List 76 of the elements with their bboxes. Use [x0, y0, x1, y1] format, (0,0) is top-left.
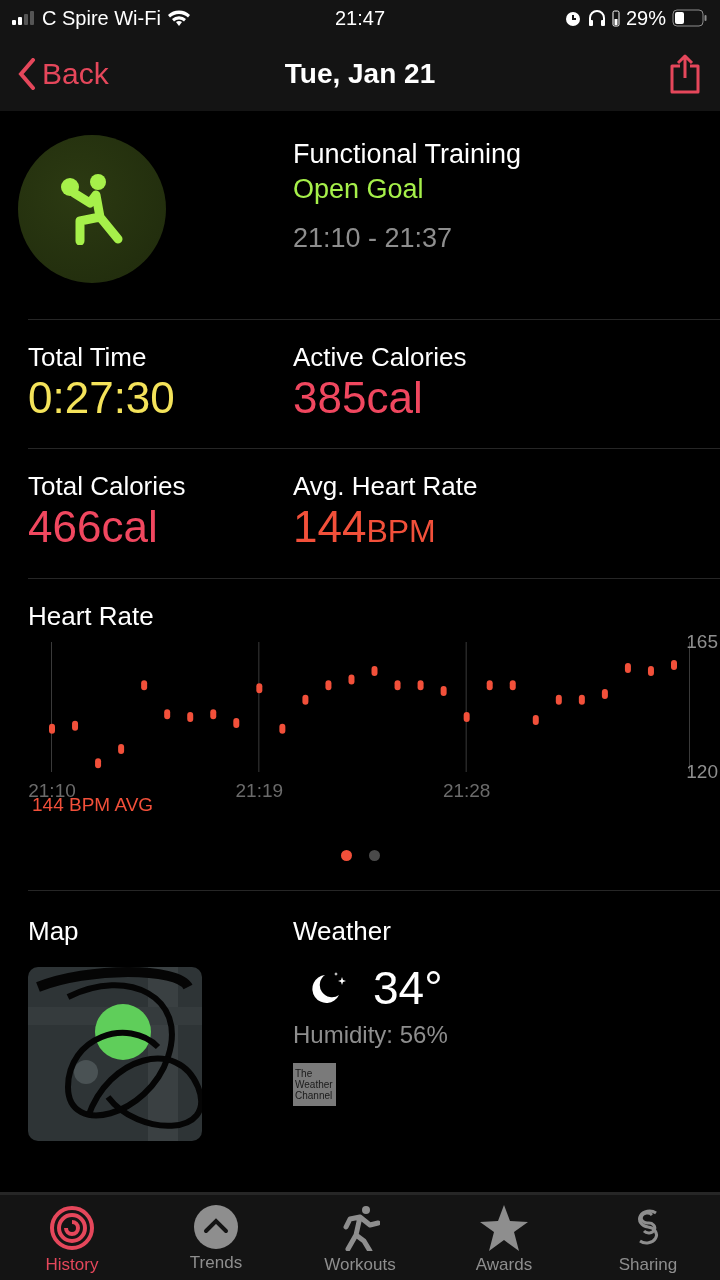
heart-rate-point	[624, 663, 631, 673]
share-icon	[668, 53, 702, 94]
heart-rate-point	[509, 680, 516, 691]
section-title: Heart Rate	[28, 601, 155, 632]
stat-value: 0:27:30	[28, 373, 176, 423]
star-icon	[480, 1205, 528, 1251]
heart-rate-point	[486, 680, 493, 691]
section-title: Map	[28, 916, 80, 947]
heart-rate-point	[118, 743, 125, 754]
chevron-left-icon	[18, 57, 36, 90]
heart-rate-point	[256, 683, 263, 694]
heart-rate-point	[233, 717, 240, 728]
heart-rate-point	[463, 712, 470, 723]
axis-label: 120	[686, 761, 718, 783]
signal-icon	[12, 11, 36, 25]
heart-rate-point	[302, 694, 309, 705]
temperature: 34°	[373, 961, 443, 1015]
workout-name: Functional Training	[293, 139, 523, 170]
tab-bar-item[interactable]: Trends	[144, 1195, 288, 1280]
heart-rate-point	[532, 715, 539, 725]
workout-goal: Open Goal	[293, 174, 425, 205]
heart-rate-point	[141, 680, 148, 691]
runner-icon	[340, 1205, 380, 1251]
heart-rate-point	[187, 712, 194, 723]
carrier-name: C Spire Wi-Fi	[42, 6, 161, 30]
stat-label: Total Calories	[28, 471, 187, 502]
heart-rate-point	[671, 660, 677, 671]
stat-label: Active Calories	[293, 342, 468, 373]
heart-rate-point	[279, 723, 286, 734]
section-title: Weather	[293, 916, 392, 947]
page-title: Tue, Jan 21	[284, 57, 436, 90]
axis-label: 21:19	[235, 780, 284, 802]
page-dot[interactable]	[368, 850, 380, 861]
page-dot[interactable]	[340, 850, 352, 861]
heart-rate-point	[95, 758, 102, 769]
weather-channel-logo: The Weather Channel	[293, 1063, 336, 1106]
clock-time: 21:47	[334, 6, 386, 30]
heart-rate-point	[72, 720, 79, 731]
heart-rate-point	[49, 723, 55, 734]
heart-rate-point	[555, 694, 562, 705]
stat-value: 466cal	[28, 502, 159, 552]
share-button[interactable]	[668, 53, 702, 94]
battery-icon	[672, 9, 708, 27]
humidity: Humidity: 56%	[293, 1021, 449, 1049]
workout-time-range: 21:10 - 21:37	[293, 223, 454, 254]
heart-rate-point	[601, 689, 608, 699]
stat-label: Total Time	[28, 342, 148, 373]
moon-icon	[309, 972, 347, 1004]
alarm-icon	[563, 9, 582, 27]
trends-icon	[194, 1205, 238, 1249]
tab-bar-item[interactable]: Awards	[432, 1195, 576, 1280]
battery-percent: 29%	[625, 6, 666, 30]
axis-label: 21:28	[442, 780, 491, 802]
wifi-icon	[166, 9, 191, 27]
heart-rate-point	[164, 709, 171, 720]
heart-rate-point	[210, 709, 217, 720]
axis-label: 165	[686, 631, 718, 653]
heart-rate-point	[394, 680, 401, 691]
heart-rate-point	[325, 680, 332, 691]
heart-rate-point	[348, 674, 355, 685]
heart-rate-point	[440, 686, 447, 697]
tab-bar-item[interactable]: History	[0, 1195, 144, 1280]
stat-value: 385cal	[293, 373, 424, 423]
heart-rate-point	[647, 665, 654, 676]
functional-training-icon	[60, 173, 124, 245]
activity-rings-icon	[49, 1205, 95, 1251]
heart-rate-point	[417, 680, 424, 691]
stat-label: Avg. Heart Rate	[293, 471, 479, 502]
heart-rate-point	[371, 665, 378, 676]
tab-bar-item[interactable]: Sharing	[576, 1195, 720, 1280]
heart-rate-point	[578, 694, 585, 705]
battery-small-icon	[611, 9, 620, 27]
back-button[interactable]: Back	[18, 56, 109, 91]
tab-bar-item[interactable]: Workouts	[288, 1195, 432, 1280]
stat-value: 144BPM	[293, 502, 437, 553]
headphones-icon	[587, 9, 606, 27]
